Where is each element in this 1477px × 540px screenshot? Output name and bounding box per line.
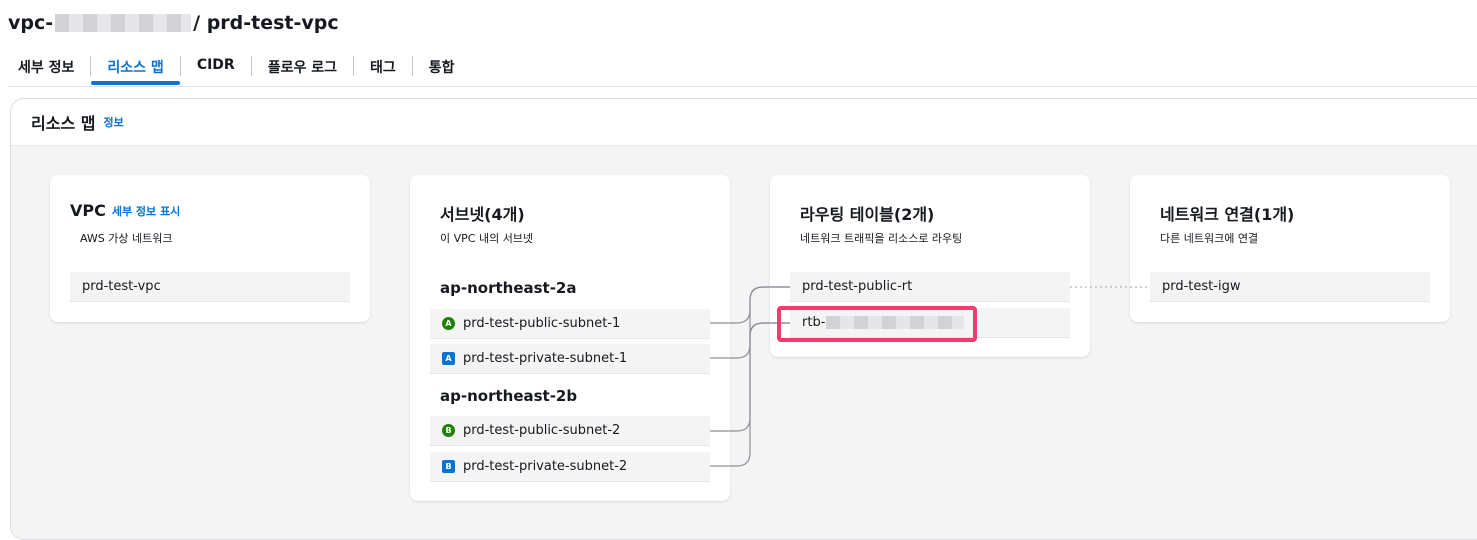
vpc-name: / prd-test-vpc <box>193 12 339 34</box>
network-connections-card: 네트워크 연결(1개) 다른 네트워크에 연결 prd-test-igw <box>1130 175 1450 322</box>
subnet-name: prd-test-private-subnet-1 <box>463 351 628 366</box>
vpc-card-title: VPC 세부 정보 표시 <box>70 201 180 220</box>
vpc-details-link[interactable]: 세부 정보 표시 <box>112 203 180 219</box>
route-table-id-prefix: rtb- <box>802 315 826 330</box>
vpc-card-heading: VPC <box>70 201 106 220</box>
subnet-name: prd-test-public-subnet-2 <box>463 423 621 438</box>
network-connections-card-subtitle: 다른 네트워크에 연결 <box>1160 232 1259 245</box>
route-tables-card-title: 라우팅 테이블(2개) <box>800 205 935 224</box>
vpc-id-prefix: vpc- <box>8 12 54 34</box>
subnet-name: prd-test-public-subnet-1 <box>463 316 621 331</box>
network-connections-card-title: 네트워크 연결(1개) <box>1160 205 1295 224</box>
subnet-item[interactable]: A prd-test-private-subnet-1 <box>430 344 710 374</box>
redacted-vpc-id <box>55 14 192 32</box>
page-title: vpc- / prd-test-vpc <box>8 12 339 34</box>
vpc-item[interactable]: prd-test-vpc <box>70 272 350 302</box>
subnet-name: prd-test-private-subnet-2 <box>463 459 628 474</box>
network-connection-item[interactable]: prd-test-igw <box>1150 272 1430 302</box>
private-subnet-icon: A <box>442 352 455 365</box>
availability-zone-label: ap-northeast-2b <box>440 387 578 405</box>
subnet-item[interactable]: B prd-test-private-subnet-2 <box>430 452 710 482</box>
subnets-card-subtitle: 이 VPC 내의 서브넷 <box>440 232 534 245</box>
subnet-item[interactable]: B prd-test-public-subnet-2 <box>430 416 710 446</box>
route-tables-card-subtitle: 네트워크 트래픽을 리소스로 라우팅 <box>800 232 963 245</box>
resource-map-info-link[interactable]: 정보 <box>103 114 123 130</box>
public-subnet-icon: B <box>442 424 455 437</box>
tab-resource-map[interactable]: 리소스 맵 <box>91 52 181 85</box>
subnets-card-title: 서브넷(4개) <box>440 205 525 224</box>
subnets-card: 서브넷(4개) 이 VPC 내의 서브넷 ap-northeast-2a A p… <box>410 175 730 501</box>
tab-details[interactable]: 세부 정보 <box>14 52 90 80</box>
tab-integrations[interactable]: 통합 <box>413 52 471 80</box>
route-tables-card: 라우팅 테이블(2개) 네트워크 트래픽을 리소스로 라우팅 prd-test-… <box>770 175 1090 357</box>
tab-cidr[interactable]: CIDR <box>181 52 251 80</box>
route-table-item[interactable]: prd-test-public-rt <box>790 272 1070 302</box>
tab-flow-logs[interactable]: 플로우 로그 <box>252 52 353 80</box>
vpc-card-subtitle: AWS 가상 네트워크 <box>80 232 173 245</box>
availability-zone-label: ap-northeast-2a <box>440 279 577 297</box>
route-table-item[interactable]: rtb- <box>790 308 1070 338</box>
tabs-divider-line <box>8 86 1477 87</box>
tab-tags[interactable]: 태그 <box>354 52 412 80</box>
vpc-card: VPC 세부 정보 표시 AWS 가상 네트워크 prd-test-vpc <box>50 175 370 322</box>
subnet-item[interactable]: A prd-test-public-subnet-1 <box>430 309 710 339</box>
resource-map-header: 리소스 맵 정보 <box>11 99 1477 146</box>
public-subnet-icon: A <box>442 317 455 330</box>
tab-bar: 세부 정보 리소스 맵 CIDR 플로우 로그 태그 통합 <box>14 52 471 85</box>
redacted-route-table-id <box>826 316 965 329</box>
resource-map-title: 리소스 맵 <box>31 114 96 133</box>
private-subnet-icon: B <box>442 460 455 473</box>
